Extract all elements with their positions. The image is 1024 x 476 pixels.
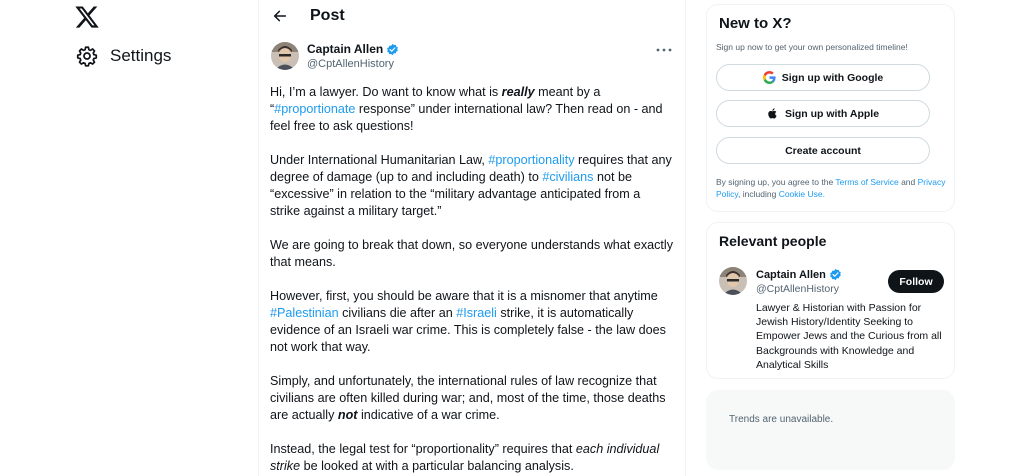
post-text-run: civilians die after an bbox=[338, 306, 457, 320]
post-paragraph: Hi, I’m a lawyer. Do want to know what i… bbox=[270, 84, 673, 135]
google-icon bbox=[762, 71, 776, 84]
post-text-run: be looked at with a particular balancing… bbox=[300, 459, 574, 473]
post-text-run: Under International Humanitarian Law, bbox=[270, 153, 489, 167]
trends-unavailable-text: Trends are unavailable. bbox=[729, 414, 834, 425]
post-column: Post Captain Allen @CptAllenHistory Hi, … bbox=[258, 0, 686, 476]
author-name[interactable]: Captain Allen bbox=[307, 42, 399, 56]
post-text: Hi, I’m a lawyer. Do want to know what i… bbox=[259, 84, 685, 475]
trends-card: Trends are unavailable. bbox=[706, 390, 955, 470]
post-paragraph: Instead, the legal test for “proportiona… bbox=[270, 441, 673, 475]
post-author-row: Captain Allen @CptAllenHistory bbox=[259, 40, 685, 84]
verified-badge-icon bbox=[830, 268, 841, 281]
signup-apple-button[interactable]: Sign up with Apple bbox=[716, 100, 930, 127]
relevant-person-name-text: Captain Allen bbox=[756, 268, 826, 281]
post-paragraph: We are going to break that down, so ever… bbox=[270, 237, 673, 271]
follow-button[interactable]: Follow bbox=[888, 270, 944, 293]
avatar-image bbox=[719, 267, 747, 295]
signup-subtitle: Sign up now to get your own personalized… bbox=[716, 42, 908, 52]
author-name-text: Captain Allen bbox=[307, 42, 384, 56]
avatar-image bbox=[271, 42, 299, 70]
terms-of-service-link[interactable]: Terms of Service bbox=[835, 177, 898, 187]
hashtag-link[interactable]: #proportionate bbox=[274, 102, 355, 116]
signup-google-button[interactable]: Sign up with Google bbox=[716, 64, 930, 91]
legal-prefix: By signing up, you agree to the bbox=[716, 177, 836, 187]
post-text-run: We are going to break that down, so ever… bbox=[270, 238, 674, 269]
relevant-people-title: Relevant people bbox=[719, 233, 827, 249]
left-navigation: Settings bbox=[0, 0, 258, 476]
signup-title: New to X? bbox=[719, 15, 792, 32]
relevant-people-card: Relevant people Captain Allen @CptAllenH… bbox=[706, 222, 955, 379]
back-button[interactable] bbox=[268, 4, 292, 28]
hashtag-link[interactable]: #civilians bbox=[542, 170, 593, 184]
post-paragraph: Simply, and unfortunately, the internati… bbox=[270, 373, 673, 424]
hashtag-link[interactable]: #proportionality bbox=[488, 153, 574, 167]
signup-google-label: Sign up with Google bbox=[781, 71, 884, 84]
verified-badge-icon bbox=[387, 43, 399, 55]
cookie-use-link[interactable]: Cookie Use. bbox=[779, 189, 825, 199]
legal-and: and bbox=[898, 177, 918, 187]
relevant-person-bio: Lawyer & Historian with Passion for Jewi… bbox=[756, 302, 942, 371]
x-logo-icon[interactable] bbox=[74, 4, 100, 30]
emphasis-text: really bbox=[501, 85, 535, 99]
post-paragraph: However, first, you should be aware that… bbox=[270, 288, 673, 356]
post-text-run: However, first, you should be aware that… bbox=[270, 289, 658, 303]
relevant-person-name[interactable]: Captain Allen bbox=[756, 268, 842, 281]
create-account-button[interactable]: Create account bbox=[716, 137, 930, 164]
nav-item-settings-label: Settings bbox=[110, 46, 172, 65]
signup-legal-text: By signing up, you agree to the Terms of… bbox=[716, 177, 948, 200]
nav-item-settings[interactable]: Settings bbox=[72, 40, 171, 72]
page-title: Post bbox=[310, 7, 345, 24]
relevant-person-avatar[interactable] bbox=[719, 267, 747, 295]
signup-apple-label: Sign up with Apple bbox=[784, 107, 880, 120]
post-paragraph: Under International Humanitarian Law, #p… bbox=[270, 152, 673, 220]
more-options-icon[interactable] bbox=[655, 44, 673, 56]
signup-card: New to X? Sign up now to get your own pe… bbox=[706, 4, 955, 212]
emphasis-text: not bbox=[337, 408, 358, 422]
create-account-label: Create account bbox=[785, 144, 861, 157]
apple-icon bbox=[768, 108, 777, 119]
hashtag-link[interactable]: #Palestinian bbox=[270, 306, 339, 320]
author-avatar[interactable] bbox=[271, 42, 299, 70]
relevant-person-handle[interactable]: @CptAllenHistory bbox=[756, 283, 839, 295]
arrow-left-icon bbox=[273, 10, 287, 22]
author-handle[interactable]: @CptAllenHistory bbox=[307, 58, 394, 70]
post-text-run: Instead, the legal test for “proportiona… bbox=[270, 442, 576, 456]
hashtag-link[interactable]: #Israeli bbox=[456, 306, 497, 320]
post-text-run: Hi, I’m a lawyer. Do want to know what i… bbox=[270, 85, 502, 99]
gear-icon bbox=[76, 46, 98, 67]
legal-including: , including bbox=[738, 188, 779, 199]
post-header: Post bbox=[259, 0, 685, 32]
post-text-run: indicative of a war crime. bbox=[357, 408, 500, 422]
